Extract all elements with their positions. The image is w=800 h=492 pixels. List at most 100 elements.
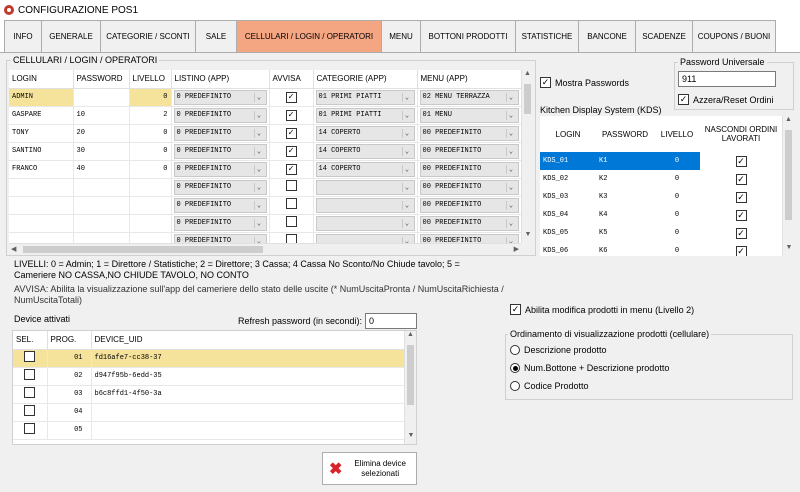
operators-vscrollbar[interactable]: ▲ ▼ — [521, 70, 533, 243]
chevron-down-icon[interactable]: ⌄ — [505, 182, 516, 192]
checkbox[interactable] — [285, 198, 297, 209]
cell-livello[interactable]: 0 — [129, 124, 172, 143]
cell-livello[interactable]: 0 — [129, 142, 172, 161]
tab-generale[interactable]: GENERALE — [41, 20, 101, 52]
cell-livello[interactable]: 0 — [129, 88, 172, 107]
categorie-combo[interactable]: 01 PRIMI PIATTI ⌄ — [315, 107, 415, 123]
device-row[interactable]: 01 fd16afe7-cc38-37 — [13, 349, 406, 368]
kds-cell-login[interactable]: KDS_06 — [540, 242, 596, 256]
table-row[interactable]: 0 PREDEFINITO ⌄ ⌄ 00 PREDEFINITO ⌄ — [9, 178, 522, 197]
cell-login[interactable]: SANTINO — [9, 142, 74, 161]
tab-sale[interactable]: SALE — [195, 20, 237, 52]
menu-combo[interactable]: 00 PREDEFINITO ⌄ — [419, 161, 519, 177]
menu-combo[interactable]: 00 PREDEFINITO ⌄ — [419, 197, 519, 213]
chevron-down-icon[interactable]: ⌄ — [253, 182, 264, 192]
tab-bancone[interactable]: BANCONE — [578, 20, 636, 52]
table-row[interactable]: ADMIN 0 0 PREDEFINITO ⌄ ✓ 01 PRIMI PIATTI ⌄ 02 … — [9, 88, 522, 107]
checkbox[interactable]: ✓ — [735, 209, 747, 221]
scroll-up-icon[interactable]: ▲ — [405, 331, 416, 343]
listino-combo[interactable]: 0 PREDEFINITO ⌄ — [173, 161, 267, 177]
chevron-down-icon[interactable]: ⌄ — [401, 110, 412, 120]
checkbox[interactable] — [24, 369, 36, 380]
cell-password[interactable]: 30 — [73, 142, 130, 161]
chevron-down-icon[interactable]: ⌄ — [505, 218, 516, 228]
listino-combo[interactable]: 0 PREDEFINITO ⌄ — [173, 215, 267, 231]
scroll-thumb[interactable] — [23, 246, 263, 253]
cell-livello[interactable] — [129, 214, 172, 233]
categorie-combo[interactable]: ⌄ — [315, 215, 415, 231]
cell-login[interactable]: TONY — [9, 124, 74, 143]
checkbox[interactable]: ✓ — [735, 155, 747, 167]
menu-combo[interactable]: 02 MENU TERRAZZA ⌄ — [419, 89, 519, 105]
device-row[interactable]: 05 — [13, 421, 406, 440]
listino-combo[interactable]: 0 PREDEFINITO ⌄ — [173, 89, 267, 105]
operators-grid[interactable]: LOGIN PASSWORD LIVELLO LISTINO (APP) AVV… — [9, 70, 533, 243]
cell-login[interactable]: ADMIN — [9, 88, 74, 107]
chevron-down-icon[interactable]: ⌄ — [401, 218, 412, 228]
kds-cell-livello[interactable]: 0 — [654, 188, 700, 206]
radio-num-bottone[interactable]: Num.Bottone + Descrizione prodotto — [510, 363, 669, 373]
device-row[interactable]: 04 — [13, 403, 406, 422]
chevron-down-icon[interactable]: ⌄ — [401, 164, 412, 174]
radio-descrizione[interactable]: Descrizione prodotto — [510, 345, 607, 355]
checkbox[interactable]: ✓ — [285, 91, 297, 103]
cell-login[interactable]: FRANCO — [9, 160, 74, 179]
radio-codice[interactable]: Codice Prodotto — [510, 381, 589, 391]
cell-login[interactable]: GASPARE — [9, 106, 74, 125]
table-row[interactable]: SANTINO 30 0 0 PREDEFINITO ⌄ ✓ 14 COPERTO ⌄ 00 P… — [9, 142, 522, 161]
listino-combo[interactable]: 0 PREDEFINITO ⌄ — [173, 179, 267, 195]
chevron-down-icon[interactable]: ⌄ — [401, 182, 412, 192]
devices-vscrollbar[interactable]: ▲ ▼ — [404, 331, 416, 444]
kds-row[interactable]: KDS_03 K3 0 ✓ — [540, 188, 782, 206]
chevron-down-icon[interactable]: ⌄ — [253, 164, 264, 174]
cell-password[interactable] — [73, 196, 130, 215]
tab-bottoni-prodotti[interactable]: BOTTONI PRODOTTI — [420, 20, 516, 52]
tab-categorie-sconti[interactable]: CATEGORIE / SCONTI — [100, 20, 196, 52]
menu-combo[interactable]: 00 PREDEFINITO ⌄ — [419, 125, 519, 141]
checkbox[interactable]: ✓ — [735, 227, 747, 239]
chevron-down-icon[interactable]: ⌄ — [505, 128, 516, 138]
menu-combo[interactable]: 01 MENU ⌄ — [419, 107, 519, 123]
categorie-combo[interactable]: 01 PRIMI PIATTI ⌄ — [315, 89, 415, 105]
scroll-right-icon[interactable]: ▶ — [514, 245, 519, 253]
chevron-down-icon[interactable]: ⌄ — [505, 164, 516, 174]
kds-cell-login[interactable]: KDS_01 — [540, 152, 596, 170]
password-universale-input[interactable] — [678, 71, 776, 87]
operators-hscrollbar[interactable]: ◀ ▶ — [9, 243, 521, 254]
categorie-combo[interactable]: ⌄ — [315, 233, 415, 243]
listino-combo[interactable]: 0 PREDEFINITO ⌄ — [173, 143, 267, 159]
menu-combo[interactable]: 00 PREDEFINITO ⌄ — [419, 143, 519, 159]
cell-password[interactable]: 10 — [73, 106, 130, 125]
device-uid[interactable] — [91, 403, 406, 422]
menu-combo[interactable]: 00 PREDEFINITO ⌄ — [419, 215, 519, 231]
tab-coupons-buoni[interactable]: COUPONS / BUONI — [692, 20, 776, 52]
cell-password[interactable]: 20 — [73, 124, 130, 143]
devices-grid[interactable]: SEL. PROG. DEVICE_UID 01 fd16afe7-cc38-37… — [12, 330, 417, 445]
listino-combo[interactable]: 0 PREDEFINITO ⌄ — [173, 125, 267, 141]
checkbox[interactable]: ✓ — [285, 145, 297, 157]
device-uid[interactable]: fd16afe7-cc38-37 — [91, 349, 406, 368]
device-uid[interactable]: d947f95b-6edd-35 — [91, 367, 406, 386]
chevron-down-icon[interactable]: ⌄ — [253, 218, 264, 228]
cell-livello[interactable]: 0 — [129, 160, 172, 179]
kds-cell-password[interactable]: K5 — [596, 224, 654, 242]
radio-button[interactable] — [510, 363, 520, 373]
checkbox[interactable] — [24, 405, 36, 416]
checkbox[interactable]: ✓ — [735, 173, 747, 185]
checkbox[interactable]: ✓ — [735, 191, 747, 203]
menu-combo[interactable]: 00 PREDEFINITO ⌄ — [419, 179, 519, 195]
kds-cell-livello[interactable]: 0 — [654, 170, 700, 188]
kds-cell-login[interactable]: KDS_05 — [540, 224, 596, 242]
scroll-down-icon[interactable]: ▼ — [522, 231, 534, 243]
chevron-down-icon[interactable]: ⌄ — [505, 92, 516, 102]
table-row[interactable]: 0 PREDEFINITO ⌄ ⌄ 00 PREDEFINITO ⌄ — [9, 196, 522, 215]
scroll-up-icon[interactable]: ▲ — [783, 116, 794, 128]
table-row[interactable]: GASPARE 10 2 0 PREDEFINITO ⌄ ✓ 01 PRIMI PIATTI… — [9, 106, 522, 125]
kds-row[interactable]: KDS_06 K6 0 ✓ — [540, 242, 782, 256]
kds-cell-login[interactable]: KDS_02 — [540, 170, 596, 188]
checkbox[interactable] — [24, 423, 36, 434]
abilita-modifica[interactable]: ✓ Abilita modifica prodotti in menu (Liv… — [510, 304, 694, 315]
scroll-up-icon[interactable]: ▲ — [522, 70, 533, 82]
mostra-passwords-checkbox[interactable]: ✓ — [540, 77, 551, 88]
table-row[interactable]: 0 PREDEFINITO ⌄ ⌄ 00 PREDEFINITO ⌄ — [9, 232, 522, 243]
